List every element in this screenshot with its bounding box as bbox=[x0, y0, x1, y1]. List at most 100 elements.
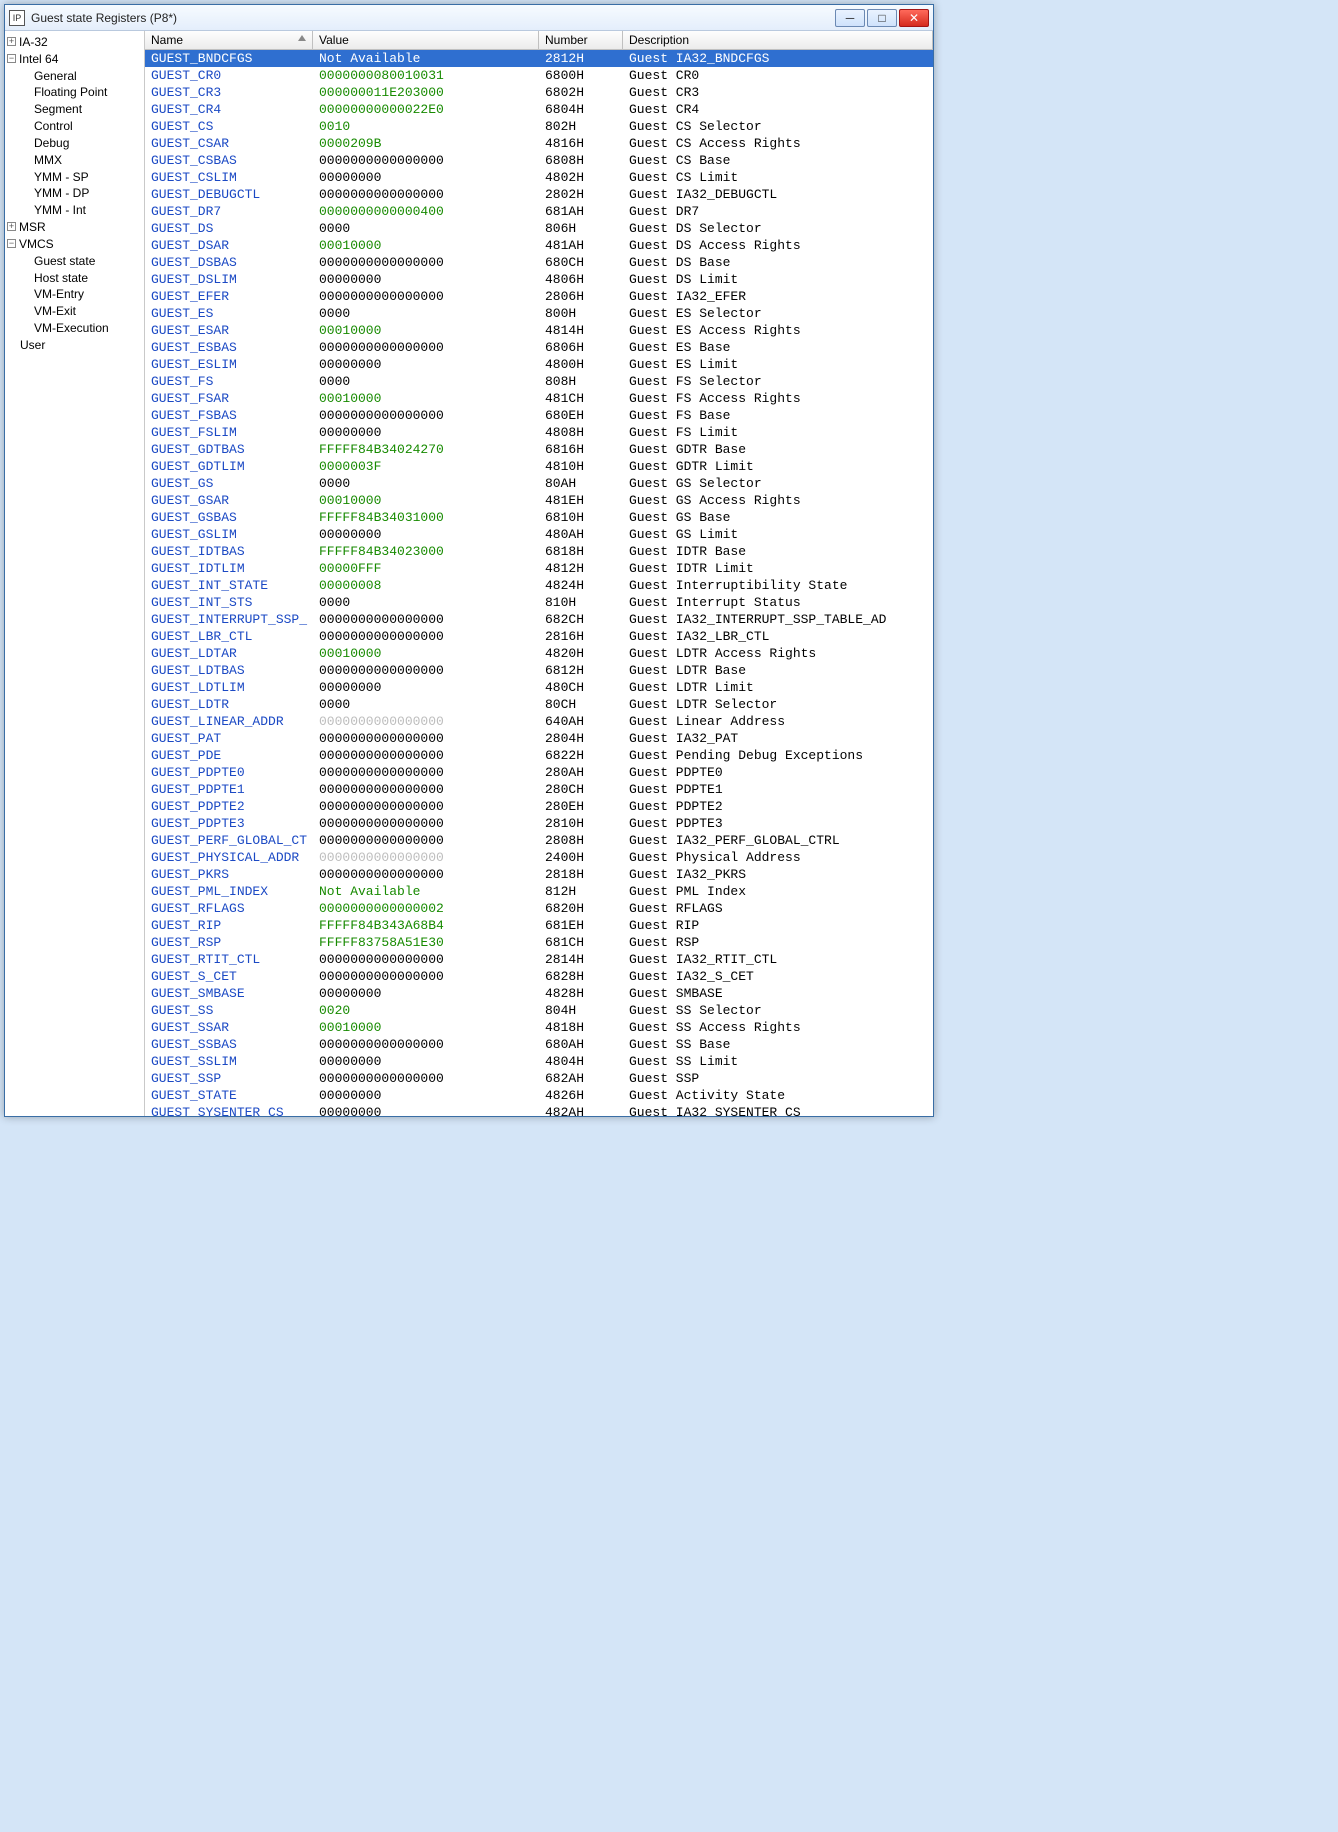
table-row[interactable]: GUEST_STATE000000004826HGuest Activity S… bbox=[145, 1087, 933, 1104]
tree-item[interactable]: −VMCS bbox=[5, 235, 144, 252]
table-row[interactable]: GUEST_ESAR000100004814HGuest ES Access R… bbox=[145, 322, 933, 339]
table-row[interactable]: GUEST_PAT00000000000000002804HGuest IA32… bbox=[145, 730, 933, 747]
table-row[interactable]: GUEST_SS0020804HGuest SS Selector bbox=[145, 1002, 933, 1019]
tree-item[interactable]: +MSR bbox=[5, 218, 144, 235]
table-row[interactable]: GUEST_PDPTE10000000000000000280CHGuest P… bbox=[145, 781, 933, 798]
table-row[interactable]: GUEST_BNDCFGSNot Available2812HGuest IA3… bbox=[145, 50, 933, 67]
tree-item[interactable]: Segment bbox=[5, 100, 144, 117]
col-name[interactable]: Name bbox=[145, 31, 313, 49]
table-row[interactable]: GUEST_LBR_CTL00000000000000002816HGuest … bbox=[145, 628, 933, 645]
table-row[interactable]: GUEST_PDE00000000000000006822HGuest Pend… bbox=[145, 747, 933, 764]
table-row[interactable]: GUEST_SSBAS0000000000000000680AHGuest SS… bbox=[145, 1036, 933, 1053]
table-row[interactable]: GUEST_CR000000000800100316800HGuest CR0 bbox=[145, 67, 933, 84]
tree-toggle-icon[interactable]: − bbox=[7, 54, 16, 63]
table-row[interactable]: GUEST_INT_STATE000000084824HGuest Interr… bbox=[145, 577, 933, 594]
table-row[interactable]: GUEST_CSAR0000209B4816HGuest CS Access R… bbox=[145, 135, 933, 152]
table-row[interactable]: GUEST_PDPTE20000000000000000280EHGuest P… bbox=[145, 798, 933, 815]
table-row[interactable]: GUEST_DR70000000000000400681AHGuest DR7 bbox=[145, 203, 933, 220]
table-row[interactable]: GUEST_LDTAR000100004820HGuest LDTR Acces… bbox=[145, 645, 933, 662]
table-row[interactable]: GUEST_RSPFFFFF83758A51E30681CHGuest RSP bbox=[145, 934, 933, 951]
table-row[interactable]: GUEST_ESBAS00000000000000006806HGuest ES… bbox=[145, 339, 933, 356]
cell-value: 0000000000000000 bbox=[313, 289, 539, 304]
titlebar[interactable]: IP Guest state Registers (P8*) ─ □ ✕ bbox=[5, 5, 933, 31]
grid-header[interactable]: Name Value Number Description bbox=[145, 31, 933, 50]
tree-item[interactable]: General bbox=[5, 67, 144, 84]
tree-item[interactable]: −Intel 64 bbox=[5, 50, 144, 67]
table-row[interactable]: GUEST_CSBAS00000000000000006808HGuest CS… bbox=[145, 152, 933, 169]
table-row[interactable]: GUEST_PDPTE00000000000000000280AHGuest P… bbox=[145, 764, 933, 781]
table-row[interactable]: GUEST_FSBAS0000000000000000680EHGuest FS… bbox=[145, 407, 933, 424]
table-row[interactable]: GUEST_FSAR00010000481CHGuest FS Access R… bbox=[145, 390, 933, 407]
table-row[interactable]: GUEST_DS0000806HGuest DS Selector bbox=[145, 220, 933, 237]
minimize-button[interactable]: ─ bbox=[835, 9, 865, 27]
close-button[interactable]: ✕ bbox=[899, 9, 929, 27]
tree-toggle-icon[interactable]: + bbox=[7, 222, 16, 231]
tree-item[interactable]: VM-Entry bbox=[5, 285, 144, 302]
table-row[interactable]: GUEST_ES0000800HGuest ES Selector bbox=[145, 305, 933, 322]
table-row[interactable]: GUEST_IDTLIM00000FFF4812HGuest IDTR Limi… bbox=[145, 560, 933, 577]
tree-item[interactable]: VM-Exit bbox=[5, 302, 144, 319]
table-row[interactable]: GUEST_EFER00000000000000002806HGuest IA3… bbox=[145, 288, 933, 305]
tree-view[interactable]: +IA-32−Intel 64GeneralFloating PointSegm… bbox=[5, 31, 145, 1116]
table-row[interactable]: GUEST_SYSENTER_CS00000000482AHGuest IA32… bbox=[145, 1104, 933, 1116]
table-row[interactable]: GUEST_CR400000000000022E06804HGuest CR4 bbox=[145, 101, 933, 118]
table-row[interactable]: GUEST_GSLIM00000000480AHGuest GS Limit bbox=[145, 526, 933, 543]
table-row[interactable]: GUEST_FS0000808HGuest FS Selector bbox=[145, 373, 933, 390]
table-row[interactable]: GUEST_SSLIM000000004804HGuest SS Limit bbox=[145, 1053, 933, 1070]
table-row[interactable]: GUEST_GDTBASFFFFF84B340242706816HGuest G… bbox=[145, 441, 933, 458]
table-row[interactable]: GUEST_RTIT_CTL00000000000000002814HGuest… bbox=[145, 951, 933, 968]
table-row[interactable]: GUEST_RFLAGS00000000000000026820HGuest R… bbox=[145, 900, 933, 917]
table-row[interactable]: GUEST_LDTLIM00000000480CHGuest LDTR Limi… bbox=[145, 679, 933, 696]
table-row[interactable]: GUEST_LDTBAS00000000000000006812HGuest L… bbox=[145, 662, 933, 679]
col-number[interactable]: Number bbox=[539, 31, 623, 49]
tree-item[interactable]: YMM - SP bbox=[5, 168, 144, 185]
col-value[interactable]: Value bbox=[313, 31, 539, 49]
maximize-button[interactable]: □ bbox=[867, 9, 897, 27]
table-row[interactable]: GUEST_DSLIM000000004806HGuest DS Limit bbox=[145, 271, 933, 288]
tree-item[interactable]: Debug bbox=[5, 134, 144, 151]
cell-value: 00010000 bbox=[313, 238, 539, 253]
tree-item[interactable]: +IA-32 bbox=[5, 33, 144, 50]
table-row[interactable]: GUEST_LDTR000080CHGuest LDTR Selector bbox=[145, 696, 933, 713]
tree-item[interactable]: MMX bbox=[5, 151, 144, 168]
table-row[interactable]: GUEST_PDPTE300000000000000002810HGuest P… bbox=[145, 815, 933, 832]
tree-item[interactable]: VM-Execution bbox=[5, 319, 144, 336]
table-row[interactable]: GUEST_PHYSICAL_ADDR00000000000000002400H… bbox=[145, 849, 933, 866]
table-row[interactable]: GUEST_CS0010802HGuest CS Selector bbox=[145, 118, 933, 135]
table-row[interactable]: GUEST_INT_STS0000810HGuest Interrupt Sta… bbox=[145, 594, 933, 611]
table-row[interactable]: GUEST_ESLIM000000004800HGuest ES Limit bbox=[145, 356, 933, 373]
tree-item[interactable]: Guest state bbox=[5, 252, 144, 269]
tree-item[interactable]: Floating Point bbox=[5, 83, 144, 100]
table-row[interactable]: GUEST_PKRS00000000000000002818HGuest IA3… bbox=[145, 866, 933, 883]
table-row[interactable]: GUEST_PERF_GLOBAL_CT00000000000000002808… bbox=[145, 832, 933, 849]
table-row[interactable]: GUEST_GDTLIM0000003F4810HGuest GDTR Limi… bbox=[145, 458, 933, 475]
table-row[interactable]: GUEST_INTERRUPT_SSP_0000000000000000682C… bbox=[145, 611, 933, 628]
table-row[interactable]: GUEST_DSAR00010000481AHGuest DS Access R… bbox=[145, 237, 933, 254]
table-row[interactable]: GUEST_SSP0000000000000000682AHGuest SSP bbox=[145, 1070, 933, 1087]
tree-item[interactable]: Host state bbox=[5, 269, 144, 286]
table-row[interactable]: GUEST_CR3000000011E2030006802HGuest CR3 bbox=[145, 84, 933, 101]
tree-item[interactable]: YMM - Int bbox=[5, 201, 144, 218]
tree-item[interactable]: User bbox=[5, 336, 144, 353]
table-row[interactable]: GUEST_GSBASFFFFF84B340310006810HGuest GS… bbox=[145, 509, 933, 526]
table-row[interactable]: GUEST_S_CET00000000000000006828HGuest IA… bbox=[145, 968, 933, 985]
table-row[interactable]: GUEST_CSLIM000000004802HGuest CS Limit bbox=[145, 169, 933, 186]
table-row[interactable]: GUEST_DEBUGCTL00000000000000002802HGuest… bbox=[145, 186, 933, 203]
cell-value: 0000 bbox=[313, 306, 539, 321]
tree-toggle-icon[interactable]: − bbox=[7, 239, 16, 248]
table-row[interactable]: GUEST_IDTBASFFFFF84B340230006818HGuest I… bbox=[145, 543, 933, 560]
tree-item[interactable]: YMM - DP bbox=[5, 184, 144, 201]
table-row[interactable]: GUEST_SMBASE000000004828HGuest SMBASE bbox=[145, 985, 933, 1002]
grid-rows[interactable]: GUEST_BNDCFGSNot Available2812HGuest IA3… bbox=[145, 50, 933, 1116]
table-row[interactable]: GUEST_GS000080AHGuest GS Selector bbox=[145, 475, 933, 492]
table-row[interactable]: GUEST_DSBAS0000000000000000680CHGuest DS… bbox=[145, 254, 933, 271]
col-desc[interactable]: Description bbox=[623, 31, 933, 49]
tree-toggle-icon[interactable]: + bbox=[7, 37, 16, 46]
table-row[interactable]: GUEST_LINEAR_ADDR0000000000000000640AHGu… bbox=[145, 713, 933, 730]
tree-item[interactable]: Control bbox=[5, 117, 144, 134]
table-row[interactable]: GUEST_GSAR00010000481EHGuest GS Access R… bbox=[145, 492, 933, 509]
table-row[interactable]: GUEST_SSAR000100004818HGuest SS Access R… bbox=[145, 1019, 933, 1036]
table-row[interactable]: GUEST_RIPFFFFF84B343A68B4681EHGuest RIP bbox=[145, 917, 933, 934]
table-row[interactable]: GUEST_FSLIM000000004808HGuest FS Limit bbox=[145, 424, 933, 441]
table-row[interactable]: GUEST_PML_INDEXNot Available812HGuest PM… bbox=[145, 883, 933, 900]
